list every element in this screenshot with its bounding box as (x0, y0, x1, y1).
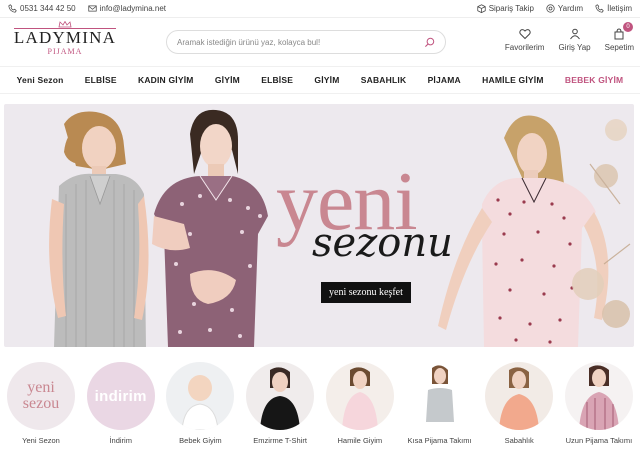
category-label: Yeni Sezon (22, 436, 60, 445)
category-strip: yeni sezou Yeni Sezon indirim İndirim Be… (0, 362, 640, 462)
logo-rule (14, 27, 116, 29)
nav-item-yeni-sezon[interactable]: Yeni Sezon (17, 75, 64, 85)
category-image (485, 362, 554, 430)
category-tile-text: indirim (94, 387, 147, 405)
login-label: Giriş Yap (558, 43, 591, 52)
category-label: Kısa Pijama Takımı (407, 436, 472, 445)
nav-item-giyim-2[interactable]: GİYİM (314, 75, 339, 85)
favorites-label: Favorilerim (504, 43, 545, 52)
category-emzirme-tshirt[interactable]: Emzirme T-Shirt (243, 362, 317, 462)
lifebuoy-icon (546, 4, 555, 13)
search-icon[interactable] (424, 37, 435, 48)
robe-photo (499, 367, 540, 430)
email-address: info@ladymina.net (99, 4, 166, 13)
category-label: İndirim (109, 436, 132, 445)
crown-icon (58, 20, 72, 27)
category-tile-text: yeni sezou (22, 379, 60, 412)
phone-number: 0531 344 42 50 (20, 4, 76, 13)
phone-link[interactable]: 0531 344 42 50 (8, 4, 76, 13)
maternity-photo (341, 367, 378, 430)
cart-label: Sepetim (604, 43, 634, 52)
nav-item-bebek-giyim[interactable]: BEBEK GİYİM (565, 75, 623, 85)
hero-banner[interactable]: yeni sezonu yeni sezonu keşfet (4, 104, 634, 347)
cart-count-badge: 0 (623, 22, 633, 32)
contact-link[interactable]: İletişim (595, 4, 632, 13)
category-hamile-giyim[interactable]: Hamile Giyim (323, 362, 397, 462)
nav-item-elbise[interactable]: ELBİSE (85, 75, 117, 85)
cart-button[interactable]: 0 Sepetim (604, 22, 634, 52)
category-label: Hamile Giyim (337, 436, 383, 445)
site-logo[interactable]: LadyMina PIJAMA (10, 20, 120, 56)
logo-brand: LadyMina (13, 27, 117, 47)
model-pink-pajama (438, 115, 609, 347)
order-track-label: Sipariş Takip (488, 4, 534, 13)
model-purple-pajama (152, 109, 268, 347)
category-yeni-sezon[interactable]: yeni sezou Yeni Sezon (4, 362, 78, 462)
category-image (405, 362, 474, 430)
site-header: LadyMina PIJAMA Aramak istediğin ürünü y… (0, 18, 640, 66)
category-sabahlik[interactable]: Sabahlık (482, 362, 556, 462)
search-placeholder: Aramak istediğin ürünü yaz, kolayca bul! (177, 37, 321, 47)
category-label: Bebek Giyim (179, 436, 222, 445)
contact-label: İletişim (607, 4, 632, 13)
category-image (325, 362, 394, 430)
category-image (166, 362, 235, 430)
nav-item-hamile-giyim[interactable]: HAMİLE GİYİM (482, 75, 543, 85)
category-kisa-pijama-takimi[interactable]: Kısa Pijama Takımı (403, 362, 477, 462)
short-pajama-photo (425, 365, 454, 422)
login-button[interactable]: Giriş Yap (558, 28, 591, 52)
model-grey-pajama (49, 111, 149, 347)
nav-item-pijama[interactable]: PİJAMA (428, 75, 461, 85)
category-label: Uzun Pijama Takımı (565, 436, 633, 445)
box-icon (477, 4, 486, 13)
hero-cta-button[interactable]: yeni sezonu keşfet (321, 282, 411, 303)
mail-icon (87, 5, 97, 12)
category-label: Sabahlık (504, 436, 534, 445)
category-image (564, 362, 633, 430)
nav-item-kadin-giyim[interactable]: KADIN GİYİM (138, 75, 194, 85)
nursing-shirt-photo (260, 367, 301, 430)
help-link[interactable]: Yardım (546, 4, 583, 13)
nav-item-elbise-2[interactable]: ELBİSE (261, 75, 293, 85)
help-label: Yardım (557, 4, 584, 13)
category-bebek-giyim[interactable]: Bebek Giyim (163, 362, 237, 462)
search-input[interactable]: Aramak istediğin ürünü yaz, kolayca bul! (166, 30, 446, 54)
category-image: yeni sezou (7, 362, 75, 430)
category-indirim[interactable]: indirim İndirim (84, 362, 158, 462)
favorites-button[interactable]: Favorilerim (504, 28, 545, 52)
category-image (246, 362, 315, 430)
user-icon (569, 28, 580, 40)
main-nav: Yeni Sezon ELBİSE KADIN GİYİM GİYİM ELBİ… (0, 66, 640, 94)
baby-photo (181, 375, 219, 430)
hero-subtitle: sezonu (312, 220, 453, 266)
nav-item-giyim[interactable]: GİYİM (215, 75, 240, 85)
long-pajama-photo (578, 365, 619, 430)
top-bar: 0531 344 42 50 info@ladymina.net Sipariş… (0, 0, 640, 18)
phone-icon (595, 4, 604, 13)
phone-icon (8, 4, 17, 13)
heart-icon (519, 29, 531, 40)
category-image: indirim (86, 362, 155, 430)
category-uzun-pijama-takimi[interactable]: Uzun Pijama Takımı (562, 362, 636, 462)
nav-item-sabahlik[interactable]: SABAHLIK (361, 75, 407, 85)
order-track-link[interactable]: Sipariş Takip (477, 4, 534, 13)
category-label: Emzirme T-Shirt (253, 436, 307, 445)
logo-sub: PIJAMA (47, 46, 83, 56)
email-link[interactable]: info@ladymina.net (87, 4, 166, 13)
